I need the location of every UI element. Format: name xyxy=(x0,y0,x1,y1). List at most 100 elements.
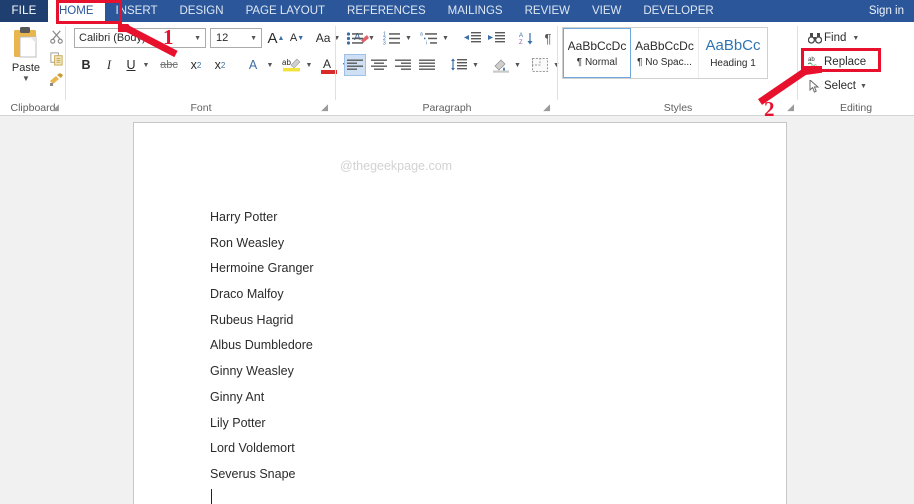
tab-view[interactable]: VIEW xyxy=(581,0,632,22)
font-name-caret-icon[interactable]: ▼ xyxy=(194,35,201,42)
line-spacing-caret-icon[interactable]: ▼ xyxy=(470,54,481,76)
ribbon-group-font: Calibri (Body) ▼ 12 ▼ A ▲ A ▼ Aa ▼ A B I… xyxy=(66,22,369,116)
style-name: ¶ No Spac... xyxy=(637,56,692,68)
ribbon-tabs: HOME INSERT DESIGN PAGE LAYOUT REFERENCE… xyxy=(48,0,725,22)
svg-text:A: A xyxy=(519,33,523,39)
document-line: Hermoine Granger xyxy=(210,261,314,276)
sign-in-link[interactable]: Sign in xyxy=(869,0,904,22)
copy-button[interactable] xyxy=(46,48,66,68)
shading-caret-icon[interactable]: ▼ xyxy=(512,54,523,76)
bullet-list-button[interactable] xyxy=(344,27,366,49)
document-line: Lord Voldemort xyxy=(210,441,295,456)
document-line: Draco Malfoy xyxy=(210,287,284,302)
italic-button[interactable]: I xyxy=(99,54,119,76)
numbered-list-button[interactable]: 1 2 3 xyxy=(381,27,403,49)
ribbon-group-paragraph: ▼ 1 2 3 ▼ a i ▼ A Z ¶ ▼ ▼ Paragraph ◢ xyxy=(336,22,560,116)
document-line: Ginny Weasley xyxy=(210,364,294,379)
style-no-spacing[interactable]: AaBbCcDc ¶ No Spac... xyxy=(631,28,699,78)
font-size-input[interactable]: 12 ▼ xyxy=(210,28,262,48)
subscript-button[interactable]: x2 xyxy=(185,54,207,76)
ribbon-tab-bar: FILE HOME INSERT DESIGN PAGE LAYOUT REFE… xyxy=(0,0,914,22)
sort-button[interactable]: A Z xyxy=(516,27,538,49)
bold-button[interactable]: B xyxy=(76,54,96,76)
svg-text:i: i xyxy=(426,40,427,45)
ribbon-group-clipboard: Paste ▼ Clipboard ◢ xyxy=(0,22,66,116)
paste-label: Paste xyxy=(11,62,41,74)
shrink-font-button[interactable]: A ▼ xyxy=(287,27,307,49)
find-button[interactable]: Find ▼ xyxy=(806,28,859,48)
format-painter-button[interactable] xyxy=(46,70,66,90)
annotation-arrow-2 xyxy=(758,66,822,105)
style-normal[interactable]: AaBbCcDc ¶ Normal xyxy=(563,28,631,78)
highlight-button[interactable]: ab xyxy=(280,54,304,76)
svg-text:3: 3 xyxy=(383,40,386,45)
document-text-body[interactable]: Harry Potter Ron Weasley Hermoine Grange… xyxy=(210,205,314,488)
annotation-arrow-1 xyxy=(118,24,178,58)
font-size-caret-icon[interactable]: ▼ xyxy=(250,35,257,42)
select-label: Select xyxy=(824,80,856,92)
clipboard-dialog-launcher[interactable]: ◢ xyxy=(52,102,59,113)
svg-text:ab: ab xyxy=(282,58,291,67)
justify-button[interactable] xyxy=(416,54,438,76)
tab-review[interactable]: REVIEW xyxy=(514,0,581,22)
paste-button[interactable]: Paste ▼ xyxy=(6,26,46,98)
text-effects-button[interactable]: A xyxy=(242,54,264,76)
find-label: Find xyxy=(824,32,847,44)
bullet-list-caret-icon[interactable]: ▼ xyxy=(366,27,377,49)
multilevel-list-button[interactable]: a i xyxy=(418,27,440,49)
cut-button[interactable] xyxy=(46,26,66,46)
select-caret-icon[interactable]: ▼ xyxy=(860,83,867,90)
tab-design[interactable]: DESIGN xyxy=(168,0,234,22)
word-window: FILE HOME INSERT DESIGN PAGE LAYOUT REFE… xyxy=(0,0,914,504)
annotation-number-1: 1 xyxy=(163,25,174,49)
binoculars-icon xyxy=(806,32,824,44)
document-line: Rubeus Hagrid xyxy=(210,312,294,327)
paragraph-group-label: Paragraph xyxy=(422,102,472,114)
clipboard-icon xyxy=(11,26,41,60)
paragraph-dialog-launcher[interactable]: ◢ xyxy=(543,102,550,113)
text-effects-caret-icon[interactable]: ▼ xyxy=(264,54,276,76)
document-line: Ginny Ant xyxy=(210,389,265,404)
align-right-button[interactable] xyxy=(392,54,414,76)
borders-button[interactable] xyxy=(529,54,551,76)
tab-references[interactable]: REFERENCES xyxy=(336,0,437,22)
annotation-box-home xyxy=(56,0,122,24)
font-size-value: 12 xyxy=(216,32,229,44)
styles-gallery: AaBbCcDc ¶ Normal AaBbCcDc ¶ No Spac... … xyxy=(562,27,768,79)
annotation-number-2: 2 xyxy=(764,97,775,121)
document-canvas: @thegeekpage.com Harry Potter Ron Weasle… xyxy=(0,116,914,504)
find-caret-icon[interactable]: ▼ xyxy=(852,35,859,42)
increase-indent-button[interactable] xyxy=(486,27,508,49)
svg-text:A: A xyxy=(323,57,331,71)
numbered-list-caret-icon[interactable]: ▼ xyxy=(403,27,414,49)
tab-mailings[interactable]: MAILINGS xyxy=(437,0,514,22)
style-name: ¶ Normal xyxy=(576,56,618,68)
highlight-caret-icon[interactable]: ▼ xyxy=(303,54,315,76)
grow-font-button[interactable]: A ▲ xyxy=(266,27,286,49)
document-page[interactable]: @thegeekpage.com Harry Potter Ron Weasle… xyxy=(133,122,787,504)
document-line: Albus Dumbledore xyxy=(210,338,313,353)
align-center-button[interactable] xyxy=(368,54,390,76)
text-cursor xyxy=(211,489,212,504)
tab-page-layout[interactable]: PAGE LAYOUT xyxy=(235,0,336,22)
show-paragraph-marks-button[interactable]: ¶ xyxy=(539,27,557,49)
style-name: Heading 1 xyxy=(710,58,756,69)
svg-text:Z: Z xyxy=(519,40,523,46)
document-line: Ron Weasley xyxy=(210,235,285,250)
style-preview: AaBbCcDc xyxy=(567,38,627,53)
align-left-button[interactable] xyxy=(344,54,366,76)
font-dialog-launcher[interactable]: ◢ xyxy=(321,102,328,113)
style-preview: AaBbCc xyxy=(705,37,761,54)
style-preview: AaBbCcDc xyxy=(635,38,694,53)
decrease-indent-button[interactable] xyxy=(462,27,484,49)
superscript-button[interactable]: x2 xyxy=(209,54,231,76)
tab-file[interactable]: FILE xyxy=(0,0,48,22)
line-spacing-button[interactable] xyxy=(448,54,470,76)
shading-button[interactable] xyxy=(490,54,512,76)
font-group-label: Font xyxy=(190,102,212,114)
document-line: Lily Potter xyxy=(210,415,266,430)
tab-developer[interactable]: DEVELOPER xyxy=(632,0,724,22)
paste-dropdown-caret[interactable]: ▼ xyxy=(22,75,30,83)
multilevel-list-caret-icon[interactable]: ▼ xyxy=(440,27,451,49)
watermark-text: @thegeekpage.com xyxy=(340,159,453,173)
